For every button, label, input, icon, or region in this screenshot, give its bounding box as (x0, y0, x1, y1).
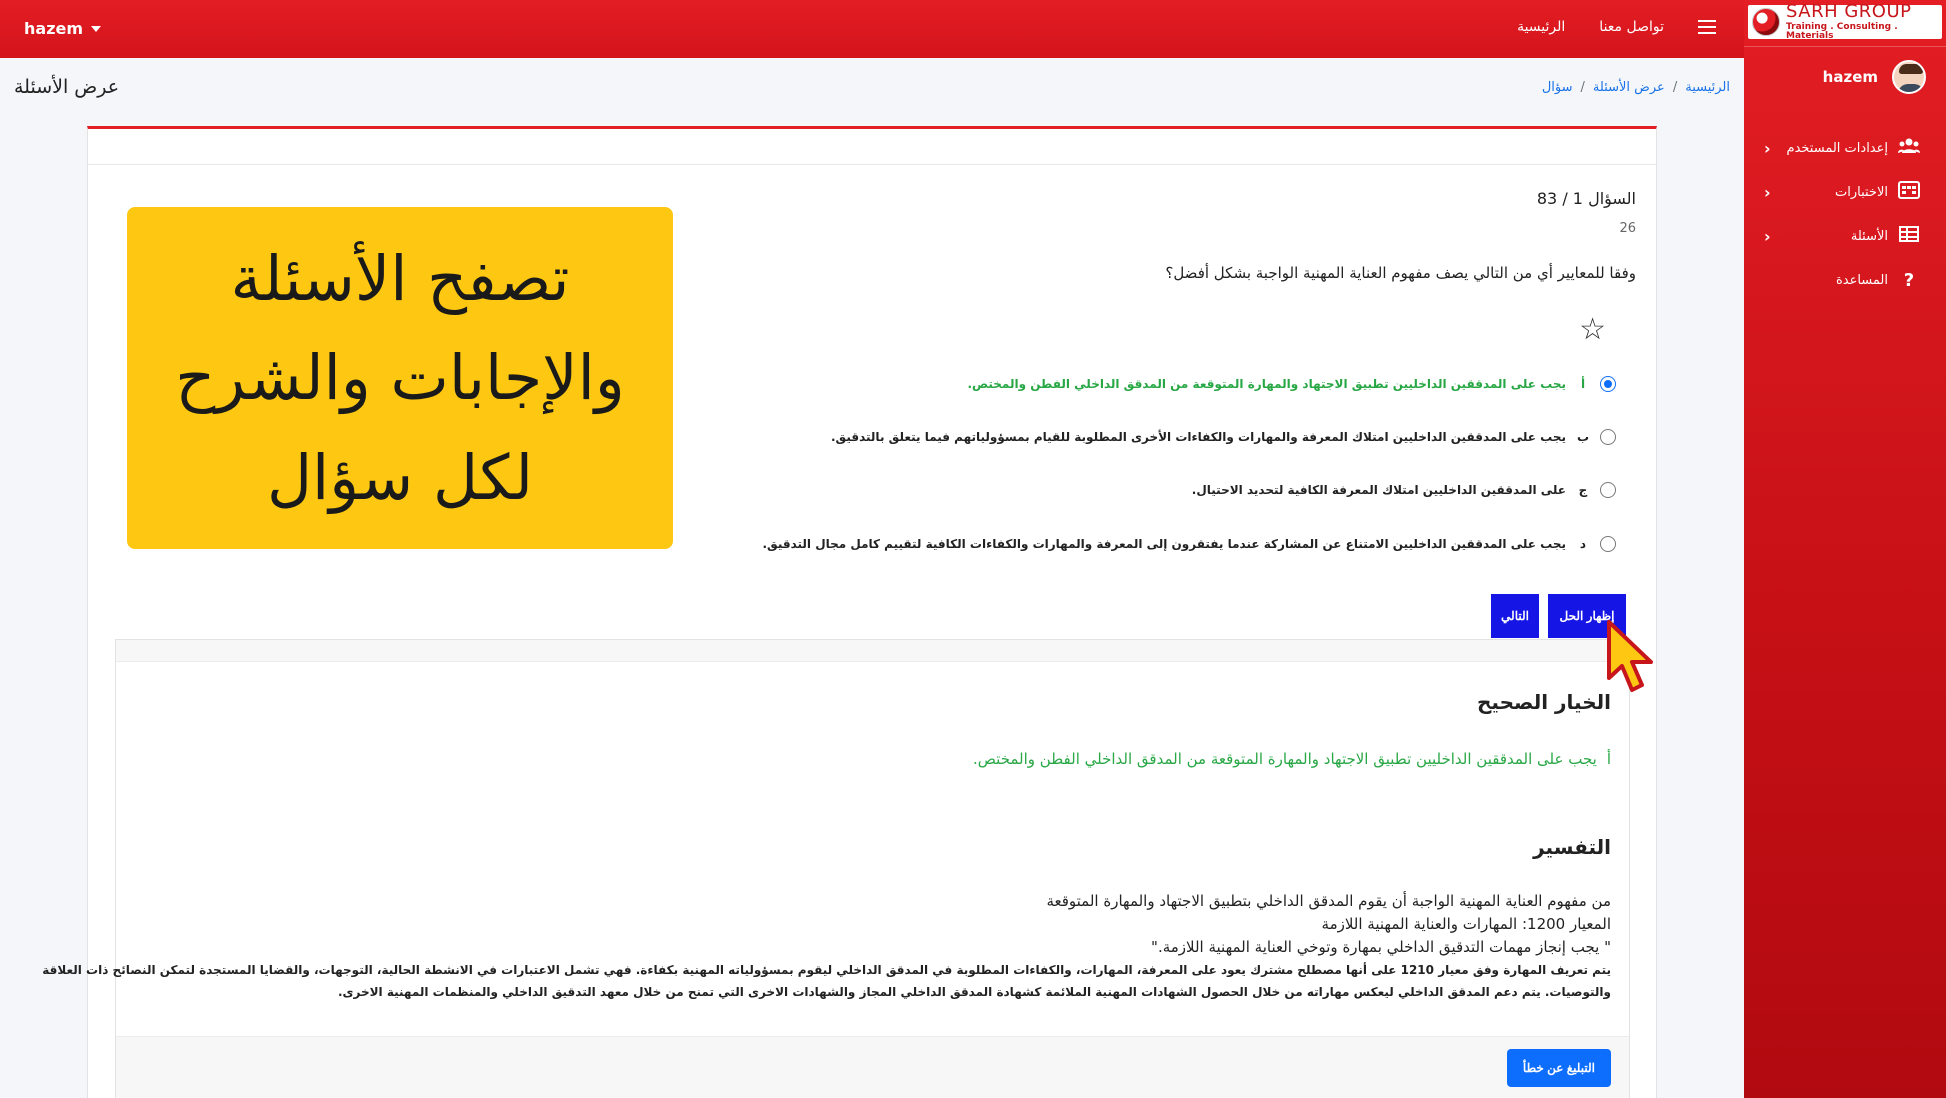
option-d[interactable]: د يجب على المدققين الداخليين الامتناع عن… (762, 533, 1616, 555)
option-text: يجب على المدققين الداخليين الامتناع عن ا… (762, 537, 1566, 551)
nav-link-contact[interactable]: تواصل معنا (1599, 19, 1664, 35)
sidebar-item-label: إعدادات المستخدم (1786, 140, 1888, 156)
next-button[interactable]: التالي (1491, 594, 1539, 638)
sidebar-item-help[interactable]: ? المساعدة (1744, 258, 1946, 302)
option-c[interactable]: ج على المدققين الداخليين امتلاك المعرفة … (1192, 479, 1616, 501)
sidebar-menu: إعدادات المستخدم ‹ الاختبارات ‹ الأسئلة … (1744, 126, 1946, 302)
chevron-left-icon: ‹ (1764, 182, 1771, 202)
option-text: يجب على المدققين الداخليين امتلاك المعرف… (830, 430, 1566, 444)
table-icon (1898, 225, 1920, 247)
logo-title: SARH GROUP (1786, 1, 1912, 22)
correct-choice-text: يجب على المدققين الداخليين تطبيق الاجتها… (973, 750, 1597, 768)
option-radio[interactable] (1600, 482, 1616, 498)
pointer-cursor-icon (1607, 620, 1653, 692)
nav-links: تواصل معنا الرئيسية (1517, 19, 1716, 35)
logo-subtitle: Training . Consulting . Materials (1786, 22, 1898, 41)
question-counter: السؤال 1 / 83 (1536, 189, 1636, 208)
sidebar-user-name: hazem (1822, 68, 1878, 86)
breadcrumb-questions[interactable]: عرض الأسئلة (1593, 80, 1665, 95)
star-icon[interactable]: ☆ (1579, 315, 1606, 345)
option-b[interactable]: ب يجب على المدققين الداخليين امتلاك المع… (831, 426, 1616, 448)
option-text: على المدققين الداخليين امتلاك المعرفة ال… (1191, 483, 1566, 497)
brand-logo[interactable]: SARH GROUP Training . Consulting . Mater… (1748, 1, 1942, 41)
question-card: السؤال 1 / 83 26 وفقا للمعايير أي من الت… (42, 126, 1657, 1098)
explanation-line: والتوصيات. يتم دعم المدقق الداخلي ليعكس … (337, 985, 1611, 999)
option-radio[interactable] (1600, 376, 1616, 392)
caret-down-icon (91, 25, 102, 32)
sidebar-item-label: المساعدة (1835, 272, 1888, 288)
explanation-line: المعيار 1200: المهارات والعناية المهنية … (1321, 915, 1611, 933)
nav-link-home[interactable]: الرئيسية (1517, 19, 1565, 35)
option-radio[interactable] (1600, 536, 1616, 552)
answer-panel-footer: التبليغ عن خطأ (116, 1036, 1629, 1098)
explanation-line: من مفهوم العناية المهنية الواجبة أن يقوم… (1046, 892, 1611, 910)
banner-line: لكل سؤال (266, 440, 534, 514)
correct-choice: أ يجب على المدققين الداخليين تطبيق الاجت… (973, 750, 1611, 768)
chevron-left-icon: ‹ (1764, 138, 1771, 158)
avatar (1892, 60, 1926, 94)
report-error-button[interactable]: التبليغ عن خطأ (1506, 1049, 1611, 1087)
tests-icon (1898, 180, 1920, 204)
option-text: يجب على المدققين الداخليين تطبيق الاجتها… (967, 377, 1566, 391)
sidebar-item-label: الأسئلة (1850, 228, 1888, 244)
question-icon: ? (1903, 269, 1915, 291)
sidebar-item-user-settings[interactable]: إعدادات المستخدم ‹ (1744, 126, 1946, 170)
promo-banner: تصفح الأسئلة والإجابات والشرح لكل سؤال (127, 207, 673, 549)
banner-line: والإجابات والشرح (175, 341, 625, 415)
breadcrumb-separator: / (1672, 80, 1678, 95)
explanation-body: من مفهوم العناية المهنية الواجبة أن يقوم… (42, 890, 1611, 1003)
option-a[interactable]: أ يجب على المدققين الداخليين تطبيق الاجت… (967, 373, 1616, 395)
question-id: 26 (1619, 221, 1636, 236)
users-icon (1898, 138, 1920, 159)
question-text: وفقا للمعايير أي من التالي يصف مفهوم الع… (1165, 264, 1636, 282)
banner-line: تصفح الأسئلة (230, 242, 570, 316)
breadcrumb-separator: / (1580, 80, 1585, 95)
correct-choice-heading: الخيار الصحيح (1477, 690, 1611, 714)
sidebar-item-questions[interactable]: الأسئلة ‹ (1744, 214, 1946, 258)
explanation-line: " يجب إنجاز مهمات التدقيق الداخلي بمهارة… (1151, 938, 1611, 956)
option-letter: ج (1578, 483, 1588, 497)
option-radio[interactable] (1600, 429, 1616, 445)
breadcrumb-question[interactable]: سؤال (1542, 80, 1573, 95)
sidebar-item-label: الاختبارات (1835, 184, 1888, 200)
sidebar: SARH GROUP Training . Consulting . Mater… (1744, 0, 1946, 1098)
option-letter: د (1579, 537, 1587, 551)
answer-panel-header (116, 640, 1629, 662)
correct-choice-letter: أ (1606, 750, 1611, 768)
explanation-heading: التفسير (1533, 835, 1611, 859)
sidebar-divider (1744, 46, 1946, 47)
breadcrumb: الرئيسية / عرض الأسئلة / سؤال (1542, 80, 1730, 95)
sidebar-user[interactable]: hazem (1823, 60, 1926, 94)
logo-globe-icon (1752, 8, 1780, 36)
option-letter: ب (1576, 430, 1590, 444)
user-dropdown-label: hazem (24, 19, 84, 38)
top-navbar: hazem تواصل معنا الرئيسية (0, 0, 1744, 58)
page-title: عرض الأسئلة (14, 76, 120, 98)
answer-panel: الخيار الصحيح أ يجب على المدققين الداخلي… (42, 639, 1630, 1098)
chevron-left-icon: ‹ (1764, 226, 1771, 246)
card-header-divider (88, 164, 1656, 165)
option-letter: أ (1580, 377, 1586, 391)
sidebar-item-tests[interactable]: الاختبارات ‹ (1744, 170, 1946, 214)
explanation-line: يتم تعريف المهارة وفق معيار 1210 على أنه… (42, 963, 1611, 977)
user-dropdown[interactable]: hazem (24, 19, 102, 38)
breadcrumb-home[interactable]: الرئيسية (1685, 80, 1730, 95)
menu-toggle-icon[interactable] (1698, 20, 1716, 34)
